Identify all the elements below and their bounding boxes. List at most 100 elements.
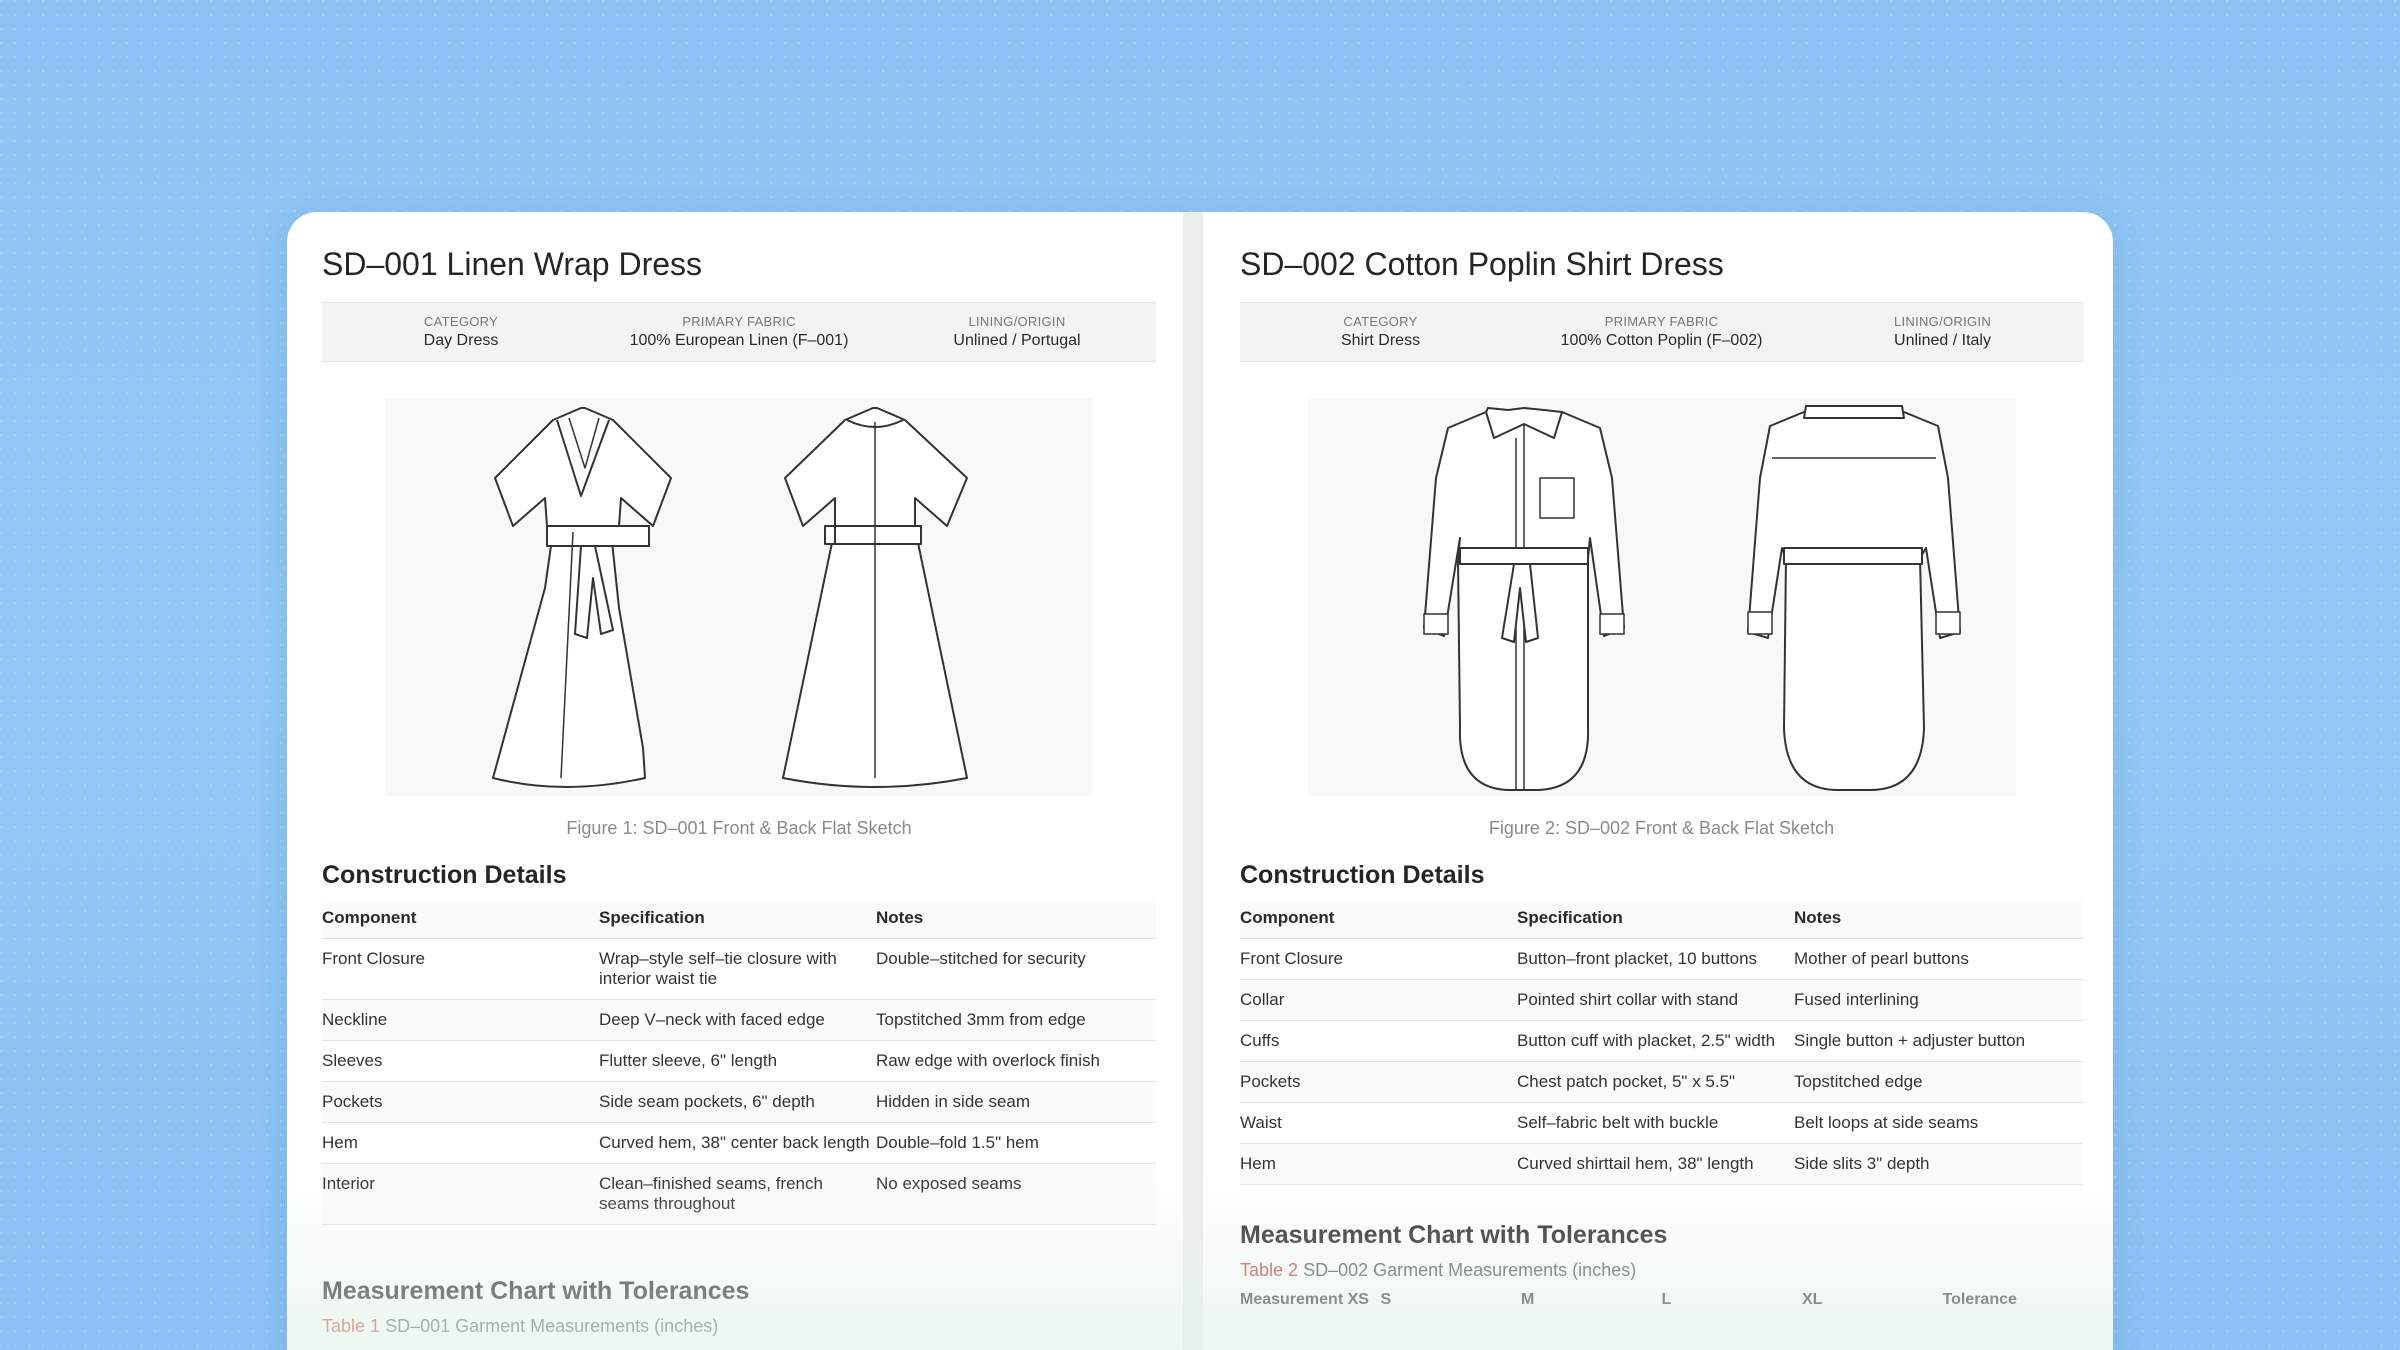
back-view-sketch (782, 407, 968, 788)
table-row: Cuffs Button cuff with placket, 2.5" wid… (1240, 1020, 2083, 1062)
table-row: Pockets Chest patch pocket, 5" x 5.5" To… (1240, 1061, 2083, 1103)
meta-value: Unlined / Portugal (953, 332, 1081, 349)
meta-origin: LINING/ORIGIN Unlined / Italy (1802, 314, 2083, 350)
table-cell: Collar (1240, 979, 1517, 1021)
meta-label: PRIMARY FABRIC (682, 314, 796, 329)
measurement-table-header: Measurement XS S M L XL Tolerance (1240, 1291, 2083, 1309)
table-cell: Curved hem, 38" center back length (599, 1122, 876, 1164)
col-header: XL (1802, 1291, 1823, 1308)
table-row: Waist Self–fabric belt with buckle Belt … (1240, 1102, 2083, 1144)
figure-caption: Figure 2: SD–002 Front & Back Flat Sketc… (1488, 818, 1835, 838)
col-header: Component (1240, 902, 1517, 939)
col-header: Component (322, 902, 599, 939)
flat-sketch-figure (1307, 398, 2016, 796)
col-header: Specification (1517, 902, 1794, 939)
table-cell: Topstitched 3mm from edge (876, 999, 1156, 1041)
table-cell: Side slits 3" depth (1794, 1143, 2083, 1185)
table-caption: Table 1 SD–001 Garment Measurements (inc… (322, 1316, 1156, 1337)
page-title: SD–002 Cotton Poplin Shirt Dress (1240, 246, 1724, 282)
meta-value: 100% Cotton Poplin (F–002) (1560, 332, 1763, 349)
table-number: Table 2 (1240, 1260, 1299, 1280)
shirt-dress-sketch (1422, 405, 1961, 791)
table-cell: Button–front placket, 10 buttons (1517, 938, 1794, 980)
table-cell: Single button + adjuster button (1794, 1020, 2083, 1062)
table-cell: Double–stitched for security (876, 938, 1156, 1000)
front-view-sketch (492, 407, 672, 788)
meta-value: Unlined / Italy (1894, 332, 1991, 349)
table-cell: Raw edge with overlock finish (876, 1040, 1156, 1082)
col-header: Specification (599, 902, 876, 939)
construction-details-heading: Construction Details (322, 861, 567, 889)
table-cell: No exposed seams (876, 1163, 1156, 1225)
table-cell: Chest patch pocket, 5" x 5.5" (1517, 1061, 1794, 1103)
table-cell: Deep V–neck with faced edge (599, 999, 876, 1041)
col-header: L (1661, 1291, 1672, 1308)
table-cell: Curved shirttail hem, 38" length (1517, 1143, 1794, 1185)
measurement-chart-heading: Measurement Chart with Tolerances (1240, 1221, 1668, 1249)
table-row: Hem Curved shirttail hem, 38" length Sid… (1240, 1143, 2083, 1185)
table-cell: Topstitched edge (1794, 1061, 2083, 1103)
measurement-chart-heading: Measurement Chart with Tolerances (322, 1277, 750, 1305)
table-cell: Sleeves (322, 1040, 599, 1082)
figure-caption: Figure 1: SD–001 Front & Back Flat Sketc… (566, 818, 912, 838)
table-cell: Hidden in side seam (876, 1081, 1156, 1123)
table-cell: Hem (1240, 1143, 1517, 1185)
meta-label: CATEGORY (423, 314, 499, 329)
col-header: Notes (876, 902, 1156, 939)
col-header: S (1380, 1291, 1392, 1308)
construction-table: Component Specification Notes Front Clos… (1240, 902, 2083, 1185)
table-cell: Hem (322, 1122, 599, 1164)
meta-label: CATEGORY (1343, 314, 1418, 329)
table-caption-text: SD–001 Garment Measurements (inches) (385, 1316, 719, 1336)
col-header: M (1521, 1291, 1535, 1308)
table-cell: Double–fold 1.5" hem (876, 1122, 1156, 1164)
meta-label: LINING/ORIGIN (1893, 314, 1992, 329)
table-header-row: Component Specification Notes (322, 902, 1156, 939)
table-cell: Pockets (1240, 1061, 1517, 1103)
table-cell: Button cuff with placket, 2.5" width (1517, 1020, 1794, 1062)
page-title: SD–001 Linen Wrap Dress (322, 246, 703, 282)
flat-sketch-figure (385, 398, 1093, 796)
meta-category: CATEGORY Shirt Dress (1240, 314, 1521, 350)
meta-value: Shirt Dress (1340, 332, 1421, 349)
col-header: Measurement XS (1240, 1291, 1369, 1308)
back-view-sketch (1746, 405, 1961, 791)
table-cell: Front Closure (322, 938, 599, 1000)
table-cell: Belt loops at side seams (1794, 1102, 2083, 1144)
meta-bar: CATEGORY Day Dress PRIMARY FABRIC 100% E… (322, 302, 1156, 362)
table-cell: Clean–finished seams, french seams throu… (599, 1163, 876, 1225)
meta-value: Day Dress (423, 332, 499, 349)
meta-fabric: PRIMARY FABRIC 100% Cotton Poplin (F–002… (1521, 314, 1802, 350)
table-cell: Pockets (322, 1081, 599, 1123)
meta-fabric: PRIMARY FABRIC 100% European Linen (F–00… (600, 314, 878, 350)
col-header: Notes (1794, 902, 2083, 939)
table-cell: Mother of pearl buttons (1794, 938, 2083, 980)
table-row: Collar Pointed shirt collar with stand F… (1240, 979, 2083, 1021)
table-row: Front Closure Wrap–style self–tie closur… (322, 938, 1156, 1000)
table-row: Front Closure Button–front placket, 10 b… (1240, 938, 2083, 980)
table-cell: Front Closure (1240, 938, 1517, 980)
spec-page-sd-002: SD–002 Cotton Poplin Shirt Dress CATEGOR… (1240, 212, 2083, 1309)
table-cell: Pointed shirt collar with stand (1517, 979, 1794, 1021)
wrap-dress-sketch (492, 407, 968, 788)
table-cell: Flutter sleeve, 6" length (599, 1040, 876, 1082)
table-cell: Neckline (322, 999, 599, 1041)
table-caption: Table 2 SD–002 Garment Measurements (inc… (1240, 1260, 2083, 1281)
meta-category: CATEGORY Day Dress (322, 314, 600, 350)
table-cell: Waist (1240, 1102, 1517, 1144)
spec-sheet: SD–001 Linen Wrap Dress CATEGORY Day Dre… (287, 212, 2113, 1350)
meta-origin: LINING/ORIGIN Unlined / Portugal (878, 314, 1156, 350)
table-cell: Cuffs (1240, 1020, 1517, 1062)
table-header-row: Component Specification Notes (1240, 902, 2083, 939)
front-view-sketch (1422, 407, 1625, 791)
meta-bar: CATEGORY Shirt Dress PRIMARY FABRIC 100%… (1240, 302, 2083, 362)
table-number: Table 1 (322, 1316, 381, 1336)
col-header: Tolerance (1942, 1291, 2017, 1308)
table-row: Neckline Deep V–neck with faced edge Top… (322, 999, 1156, 1041)
table-cell: Side seam pockets, 6" depth (599, 1081, 876, 1123)
table-row: Interior Clean–finished seams, french se… (322, 1163, 1156, 1225)
table-caption-text: SD–002 Garment Measurements (inches) (1303, 1260, 1637, 1280)
construction-table: Component Specification Notes Front Clos… (322, 902, 1156, 1225)
table-row: Pockets Side seam pockets, 6" depth Hidd… (322, 1081, 1156, 1123)
meta-value: 100% European Linen (F–001) (629, 332, 849, 349)
